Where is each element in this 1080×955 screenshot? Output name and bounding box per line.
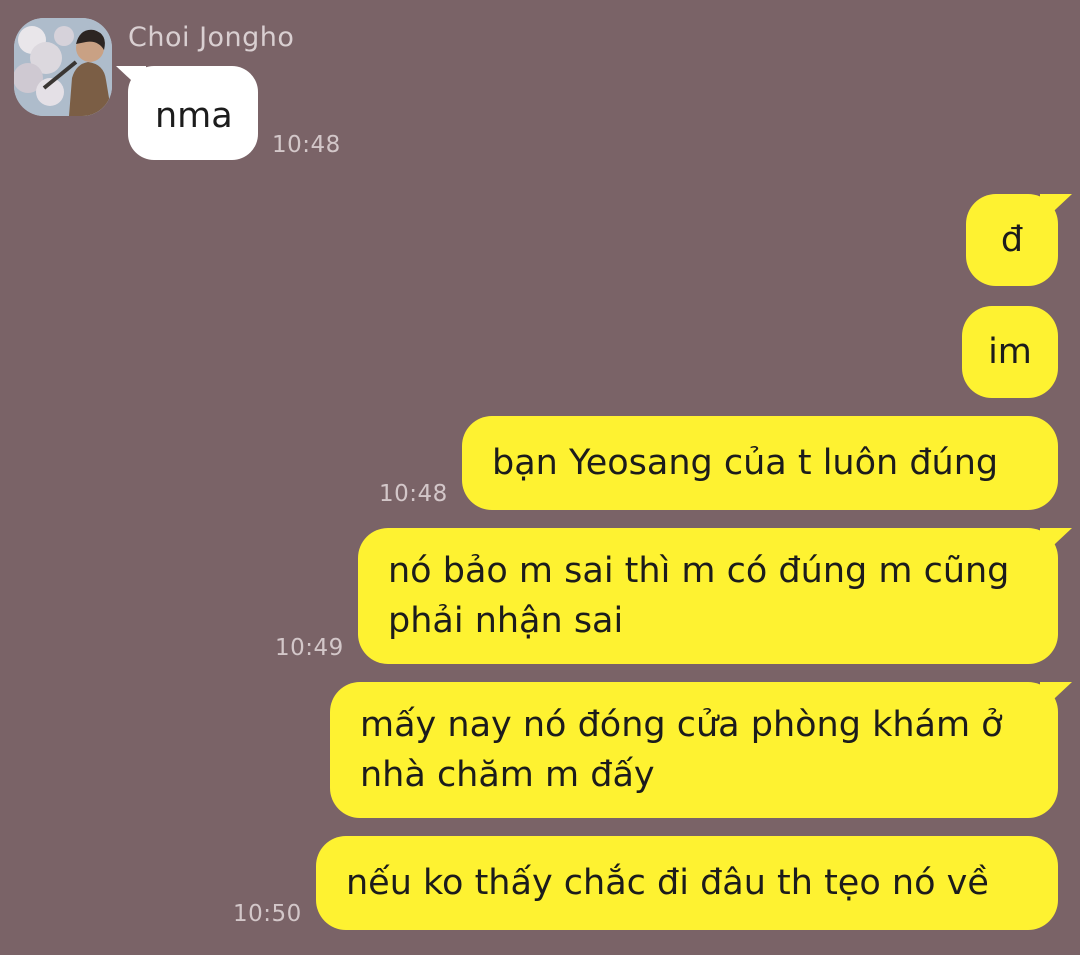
- message-text: nma: [155, 96, 233, 136]
- contact-avatar[interactable]: [14, 18, 112, 116]
- message-timestamp: 10:48: [379, 481, 448, 507]
- incoming-message-bubble[interactable]: nma: [128, 66, 258, 160]
- outgoing-message-bubble[interactable]: im: [962, 306, 1058, 398]
- avatar-photo-icon: [14, 18, 112, 116]
- message-text: bạn Yeosang của t luôn đúng: [492, 443, 999, 483]
- message-timestamp: 10:48: [272, 132, 341, 158]
- message-text: đ: [1000, 220, 1024, 260]
- message-text: mấy nay nó đóng cửa phòng khám ở nhà chă…: [360, 705, 1003, 795]
- outgoing-message-bubble[interactable]: bạn Yeosang của t luôn đúng: [462, 416, 1058, 510]
- message-timestamp: 10:50: [233, 901, 302, 927]
- outgoing-message-bubble[interactable]: mấy nay nó đóng cửa phòng khám ở nhà chă…: [330, 682, 1058, 818]
- chat-thread: Choi Jongho nma 10:48 đ im bạn Yeosang c…: [0, 0, 1080, 955]
- message-text: im: [988, 332, 1032, 372]
- message-timestamp: 10:49: [275, 635, 344, 661]
- message-text: nó bảo m sai thì m có đúng m cũng phải n…: [388, 551, 1010, 641]
- outgoing-message-bubble[interactable]: nếu ko thấy chắc đi đâu th tẹo nó về: [316, 836, 1058, 930]
- outgoing-message-bubble[interactable]: đ: [966, 194, 1058, 286]
- sender-name: Choi Jongho: [128, 22, 295, 53]
- message-text: nếu ko thấy chắc đi đâu th tẹo nó về: [346, 863, 989, 903]
- outgoing-message-bubble[interactable]: nó bảo m sai thì m có đúng m cũng phải n…: [358, 528, 1058, 664]
